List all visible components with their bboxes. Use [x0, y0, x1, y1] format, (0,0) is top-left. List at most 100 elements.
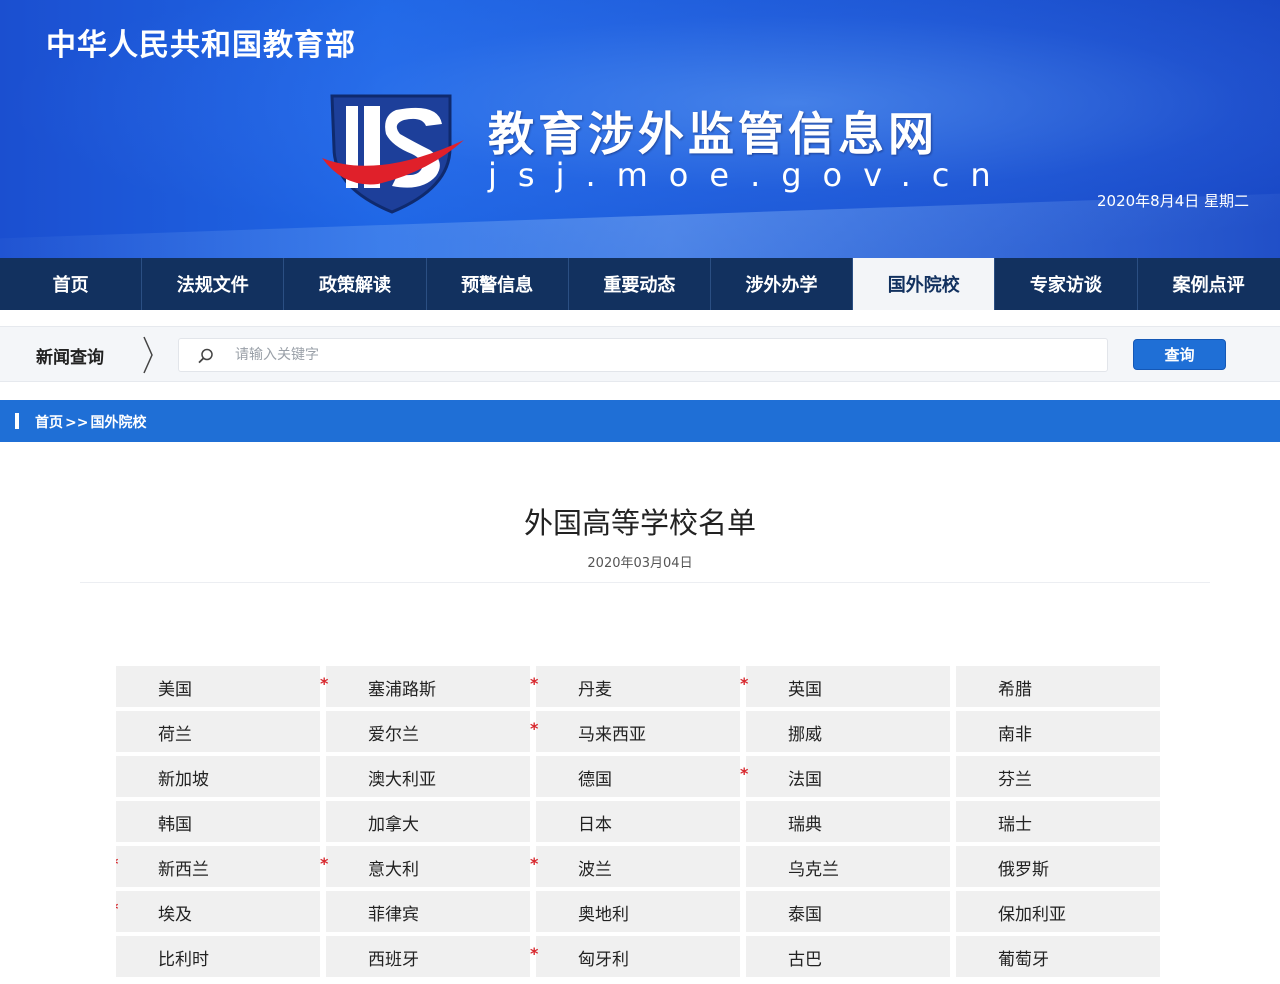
- country-cell[interactable]: 美国: [116, 666, 320, 707]
- country-row: 韩国 加拿大 日本 瑞典 瑞士: [116, 801, 1160, 842]
- country-cell[interactable]: 德国: [536, 756, 740, 797]
- country-name[interactable]: 法国: [788, 765, 822, 790]
- country-cell[interactable]: 菲律宾: [326, 891, 530, 932]
- country-name[interactable]: 保加利亚: [998, 900, 1066, 925]
- country-cell[interactable]: 南非: [956, 711, 1160, 752]
- country-cell[interactable]: 芬兰: [956, 756, 1160, 797]
- nav-item-1[interactable]: 法规文件: [142, 258, 285, 310]
- country-name[interactable]: 加拿大: [368, 810, 419, 835]
- country-cell[interactable]: 比利时: [116, 936, 320, 977]
- country-name[interactable]: 波兰: [578, 855, 612, 880]
- search-icon[interactable]: [197, 347, 215, 365]
- country-name[interactable]: 美国: [158, 675, 192, 700]
- country-cell[interactable]: * 马来西亚: [530, 711, 740, 752]
- red-star-marker: *: [530, 944, 539, 963]
- country-name[interactable]: 泰国: [788, 900, 822, 925]
- country-name[interactable]: 希腊: [998, 675, 1032, 700]
- search-input[interactable]: [235, 339, 1095, 371]
- country-name[interactable]: 比利时: [158, 945, 209, 970]
- country-name[interactable]: 塞浦路斯: [368, 675, 436, 700]
- country-cell[interactable]: 保加利亚: [956, 891, 1160, 932]
- breadcrumb-marker: [15, 413, 19, 429]
- country-name[interactable]: 日本: [578, 810, 612, 835]
- red-star-marker: *: [320, 674, 329, 693]
- country-name[interactable]: 奥地利: [578, 900, 629, 925]
- nav-item-8[interactable]: 案例点评: [1138, 258, 1280, 310]
- site-logo-icon[interactable]: [318, 88, 468, 216]
- country-cell[interactable]: 加拿大: [326, 801, 530, 842]
- country-row: 美国 * 塞浦路斯 * 丹麦 * 英国 希腊: [116, 666, 1160, 707]
- country-name[interactable]: 匈牙利: [578, 945, 629, 970]
- nav-item-3[interactable]: 预警信息: [427, 258, 569, 310]
- news-search-bar: 新闻查询 查询: [0, 326, 1280, 382]
- country-cell[interactable]: * 英国: [740, 666, 950, 707]
- country-cell[interactable]: * 法国: [740, 756, 950, 797]
- country-cell[interactable]: 澳大利亚: [326, 756, 530, 797]
- site-title[interactable]: 教育涉外监管信息网: [488, 98, 938, 164]
- country-cell[interactable]: * 塞浦路斯: [320, 666, 530, 707]
- search-box: [178, 338, 1108, 372]
- country-cell[interactable]: 韩国: [116, 801, 320, 842]
- country-name[interactable]: 澳大利亚: [368, 765, 436, 790]
- red-star-marker: *: [530, 719, 539, 738]
- main-nav: 首页 法规文件 政策解读 预警信息 重要动态 涉外办学 国外院校 专家访谈 案例点评: [0, 258, 1280, 310]
- red-star-marker: *: [530, 854, 539, 873]
- search-button[interactable]: 查询: [1133, 339, 1226, 370]
- nav-item-4[interactable]: 重要动态: [569, 258, 711, 310]
- country-cell[interactable]: 爱尔兰: [326, 711, 530, 752]
- country-cell[interactable]: * 匈牙利: [530, 936, 740, 977]
- breadcrumb-home-link[interactable]: 首页: [35, 415, 63, 431]
- country-cell[interactable]: 希腊: [956, 666, 1160, 707]
- country-name[interactable]: 瑞士: [998, 810, 1032, 835]
- country-cell[interactable]: 荷兰: [116, 711, 320, 752]
- country-name[interactable]: 葡萄牙: [998, 945, 1049, 970]
- country-name[interactable]: 芬兰: [998, 765, 1032, 790]
- country-name[interactable]: 乌克兰: [788, 855, 839, 880]
- country-cell[interactable]: 俄罗斯: [956, 846, 1160, 887]
- country-name[interactable]: 埃及: [158, 900, 192, 925]
- country-cell[interactable]: 新加坡: [116, 756, 320, 797]
- country-name[interactable]: 马来西亚: [578, 720, 646, 745]
- nav-item-2[interactable]: 政策解读: [284, 258, 427, 310]
- ministry-name[interactable]: 中华人民共和国教育部: [46, 20, 356, 64]
- nav-item-7[interactable]: 专家访谈: [995, 258, 1138, 310]
- country-name[interactable]: 西班牙: [368, 945, 419, 970]
- country-name[interactable]: 意大利: [368, 855, 419, 880]
- country-name[interactable]: 南非: [998, 720, 1032, 745]
- nav-item-5[interactable]: 涉外办学: [711, 258, 854, 310]
- nav-item-0[interactable]: 首页: [0, 258, 143, 310]
- country-name[interactable]: 俄罗斯: [998, 855, 1049, 880]
- country-cell[interactable]: * 意大利: [320, 846, 530, 887]
- country-cell[interactable]: 奥地利: [536, 891, 740, 932]
- country-name[interactable]: 挪威: [788, 720, 822, 745]
- country-name[interactable]: 丹麦: [578, 675, 612, 700]
- site-domain: jsj.moe.gov.cn: [488, 156, 1012, 194]
- nav-item-6[interactable]: 国外院校: [853, 258, 996, 310]
- country-cell[interactable]: 挪威: [746, 711, 950, 752]
- country-name[interactable]: 新西兰: [158, 855, 209, 880]
- country-cell[interactable]: 古巴: [746, 936, 950, 977]
- country-name[interactable]: 菲律宾: [368, 900, 419, 925]
- country-cell[interactable]: * 新西兰: [116, 846, 320, 887]
- country-name[interactable]: 荷兰: [158, 720, 192, 745]
- country-cell[interactable]: * 丹麦: [530, 666, 740, 707]
- country-cell[interactable]: 乌克兰: [746, 846, 950, 887]
- country-name[interactable]: 瑞典: [788, 810, 822, 835]
- country-name[interactable]: 韩国: [158, 810, 192, 835]
- country-cell[interactable]: * 波兰: [530, 846, 740, 887]
- article-date: 2020年03月04日: [587, 556, 693, 571]
- country-name[interactable]: 新加坡: [158, 765, 209, 790]
- country-cell[interactable]: 西班牙: [326, 936, 530, 977]
- country-cell[interactable]: 瑞典: [746, 801, 950, 842]
- country-cell[interactable]: 日本: [536, 801, 740, 842]
- breadcrumb-current-link[interactable]: 国外院校: [90, 415, 146, 431]
- country-name[interactable]: 古巴: [788, 945, 822, 970]
- country-cell[interactable]: 瑞士: [956, 801, 1160, 842]
- country-cell[interactable]: 葡萄牙: [956, 936, 1160, 977]
- country-grid: 美国 * 塞浦路斯 * 丹麦 * 英国 希腊 荷兰 爱尔兰 * 马来西亚 挪威 南非 新加坡 澳大利亚 德国 * 法…: [116, 666, 1160, 984]
- country-cell[interactable]: 泰国: [746, 891, 950, 932]
- country-name[interactable]: 德国: [578, 765, 612, 790]
- country-cell[interactable]: * 埃及: [116, 891, 320, 932]
- country-name[interactable]: 英国: [788, 675, 822, 700]
- country-name[interactable]: 爱尔兰: [368, 720, 419, 745]
